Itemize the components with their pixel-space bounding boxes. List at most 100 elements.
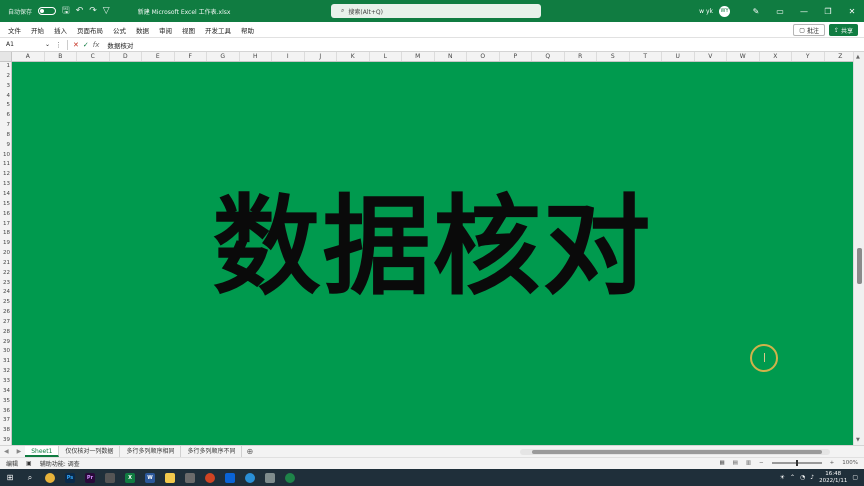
page-break-view-icon[interactable]: ▥	[746, 460, 751, 466]
minimize-icon[interactable]: —	[792, 7, 816, 16]
column-header[interactable]: Y	[792, 52, 825, 61]
recorder-icon[interactable]	[280, 469, 300, 486]
save-icon[interactable]: 🖫	[62, 6, 70, 16]
row-header[interactable]: 14	[0, 190, 11, 200]
sheet-tab-single-column[interactable]: 仅仅核对一列数据	[59, 446, 121, 457]
normal-view-icon[interactable]: ▦	[719, 460, 724, 466]
column-header[interactable]: E	[142, 52, 175, 61]
row-header[interactable]: 20	[0, 249, 11, 259]
row-header[interactable]: 4	[0, 92, 11, 102]
enter-icon[interactable]: ✓	[83, 41, 89, 49]
excel-icon[interactable]: X	[120, 469, 140, 486]
row-header[interactable]: 5	[0, 101, 11, 111]
volume-icon[interactable]: ♪	[810, 474, 814, 481]
column-header[interactable]: M	[402, 52, 435, 61]
column-header[interactable]: V	[695, 52, 727, 61]
tab-help[interactable]: 帮助	[241, 25, 254, 35]
next-sheet-icon[interactable]: ▶	[17, 448, 22, 455]
premiere-icon[interactable]: Pr	[80, 469, 100, 486]
column-header[interactable]: T	[630, 52, 662, 61]
close-icon[interactable]: ✕	[840, 7, 864, 16]
row-header[interactable]: 2	[0, 72, 11, 82]
vertical-scroll-thumb[interactable]	[857, 248, 862, 284]
row-header[interactable]: 9	[0, 141, 11, 151]
pen-icon[interactable]: ✎	[744, 7, 768, 16]
row-header[interactable]: 24	[0, 288, 11, 298]
row-header[interactable]: 25	[0, 298, 11, 308]
row-header[interactable]: 17	[0, 220, 11, 230]
column-header[interactable]: K	[337, 52, 370, 61]
row-header[interactable]: 21	[0, 259, 11, 269]
tray-chevron-icon[interactable]: ⌃	[790, 474, 795, 481]
scroll-up-icon[interactable]: ▲	[856, 54, 860, 60]
tab-developer[interactable]: 开发工具	[205, 25, 231, 35]
insert-function-icon[interactable]: fx	[93, 41, 100, 49]
autosave-toggle[interactable]	[38, 7, 57, 15]
row-header[interactable]: 1	[0, 62, 11, 72]
chevron-down-icon[interactable]: ⌄	[45, 41, 50, 48]
photoshop-icon[interactable]: Ps	[60, 469, 80, 486]
row-header[interactable]: 28	[0, 328, 11, 338]
start-icon[interactable]: ⊞	[0, 469, 20, 486]
column-header[interactable]: R	[565, 52, 597, 61]
restore-icon[interactable]: ❐	[816, 7, 840, 16]
worksheet-grid[interactable]: ABCDEFGHIJKLMNOPQRSTUVWXYZ 1 2 3 4 5 6 7 8 9 10 11…	[0, 52, 864, 445]
add-sheet-icon[interactable]: ⊕	[246, 447, 253, 456]
redo-icon[interactable]: ↷	[89, 6, 97, 16]
row-header[interactable]: 23	[0, 279, 11, 289]
powerpoint-icon[interactable]	[200, 469, 220, 486]
vertical-scrollbar[interactable]: ▲ ▼	[853, 52, 864, 445]
row-header[interactable]: 38	[0, 426, 11, 436]
column-header[interactable]: H	[240, 52, 272, 61]
column-header[interactable]: S	[597, 52, 630, 61]
sheet-tab-different-order[interactable]: 多行多列顺序不同	[181, 446, 243, 457]
network-icon[interactable]: ◔	[800, 474, 805, 481]
tab-view[interactable]: 视图	[182, 25, 195, 35]
tab-review[interactable]: 审阅	[159, 25, 172, 35]
column-header[interactable]: D	[110, 52, 142, 61]
word-icon[interactable]: W	[140, 469, 160, 486]
tab-insert[interactable]: 插入	[54, 25, 67, 35]
row-header[interactable]: 7	[0, 121, 11, 131]
column-header[interactable]: U	[662, 52, 695, 61]
zoom-out-icon[interactable]: −	[759, 460, 764, 466]
row-header[interactable]: 11	[0, 160, 11, 170]
sheet-tab-sheet1[interactable]: Sheet1	[25, 446, 60, 457]
column-header[interactable]: Q	[532, 52, 565, 61]
column-header[interactable]: F	[175, 52, 207, 61]
formula-input[interactable]: 数据核对	[107, 40, 133, 50]
zoom-level[interactable]: 100%	[842, 460, 858, 466]
tab-home[interactable]: 开始	[31, 25, 44, 35]
chrome-icon[interactable]	[40, 469, 60, 486]
row-header[interactable]: 27	[0, 318, 11, 328]
name-box[interactable]: A1 ⌄	[3, 40, 53, 50]
accessibility-status[interactable]: 辅助功能: 调查	[40, 459, 80, 468]
row-header[interactable]: 6	[0, 111, 11, 121]
zoom-in-icon[interactable]: +	[830, 460, 835, 466]
column-header[interactable]: A	[12, 52, 45, 61]
sheet-tab-same-order[interactable]: 多行多列顺序相同	[120, 446, 182, 457]
undo-icon[interactable]: ↶	[76, 6, 84, 16]
column-header[interactable]: J	[305, 52, 337, 61]
row-header[interactable]: 22	[0, 269, 11, 279]
row-header[interactable]: 37	[0, 416, 11, 426]
macro-record-icon[interactable]: ▣	[26, 460, 32, 467]
column-header[interactable]: C	[77, 52, 110, 61]
cancel-icon[interactable]: ✕	[73, 41, 79, 49]
app-icon[interactable]	[180, 469, 200, 486]
row-header[interactable]: 31	[0, 357, 11, 367]
row-header[interactable]: 12	[0, 170, 11, 180]
horizontal-scrollbar[interactable]	[520, 449, 830, 455]
column-header[interactable]: L	[370, 52, 402, 61]
column-header[interactable]: G	[207, 52, 240, 61]
row-header[interactable]: 16	[0, 210, 11, 220]
search-taskbar-icon[interactable]: ⌕	[20, 469, 40, 486]
row-header[interactable]: 39	[0, 436, 11, 445]
row-header[interactable]: 13	[0, 180, 11, 190]
column-header[interactable]: W	[727, 52, 760, 61]
select-all-corner[interactable]	[0, 52, 12, 62]
zoom-slider[interactable]	[771, 460, 822, 466]
weather-icon[interactable]: ☀	[780, 474, 785, 481]
share-button[interactable]: ⇪ 共享	[828, 24, 858, 36]
scroll-down-icon[interactable]: ▼	[856, 437, 860, 443]
